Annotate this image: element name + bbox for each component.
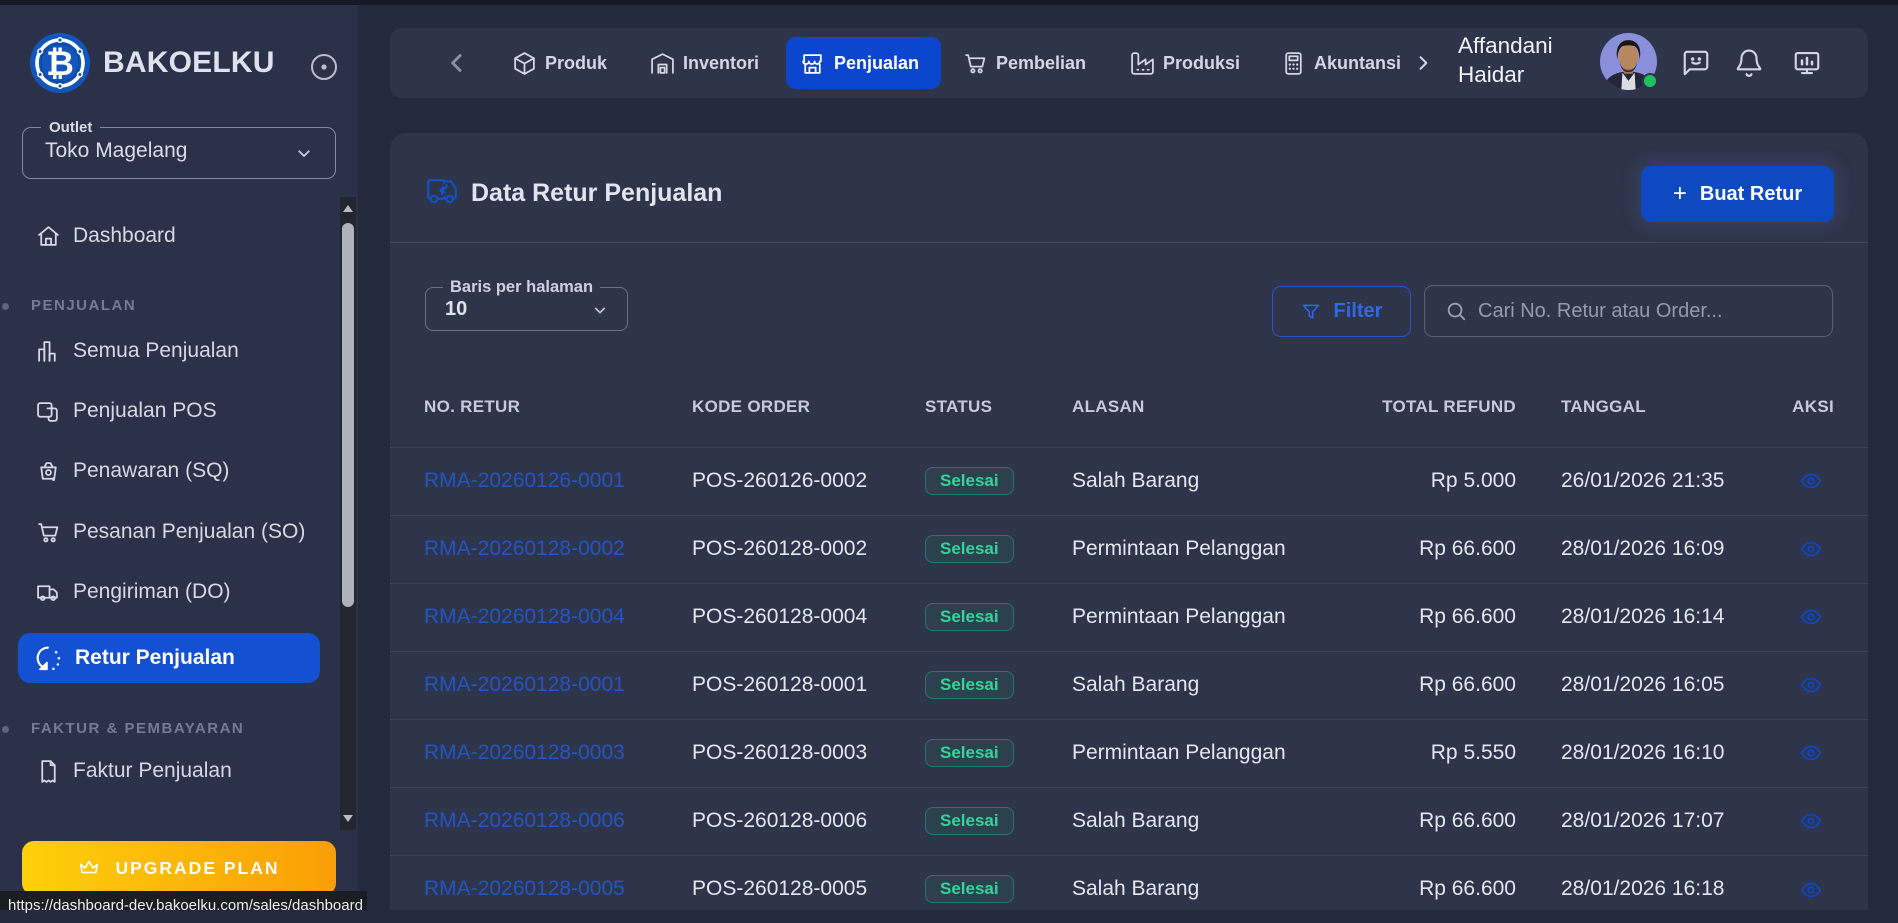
svg-text:₿: ₿	[46, 45, 74, 83]
